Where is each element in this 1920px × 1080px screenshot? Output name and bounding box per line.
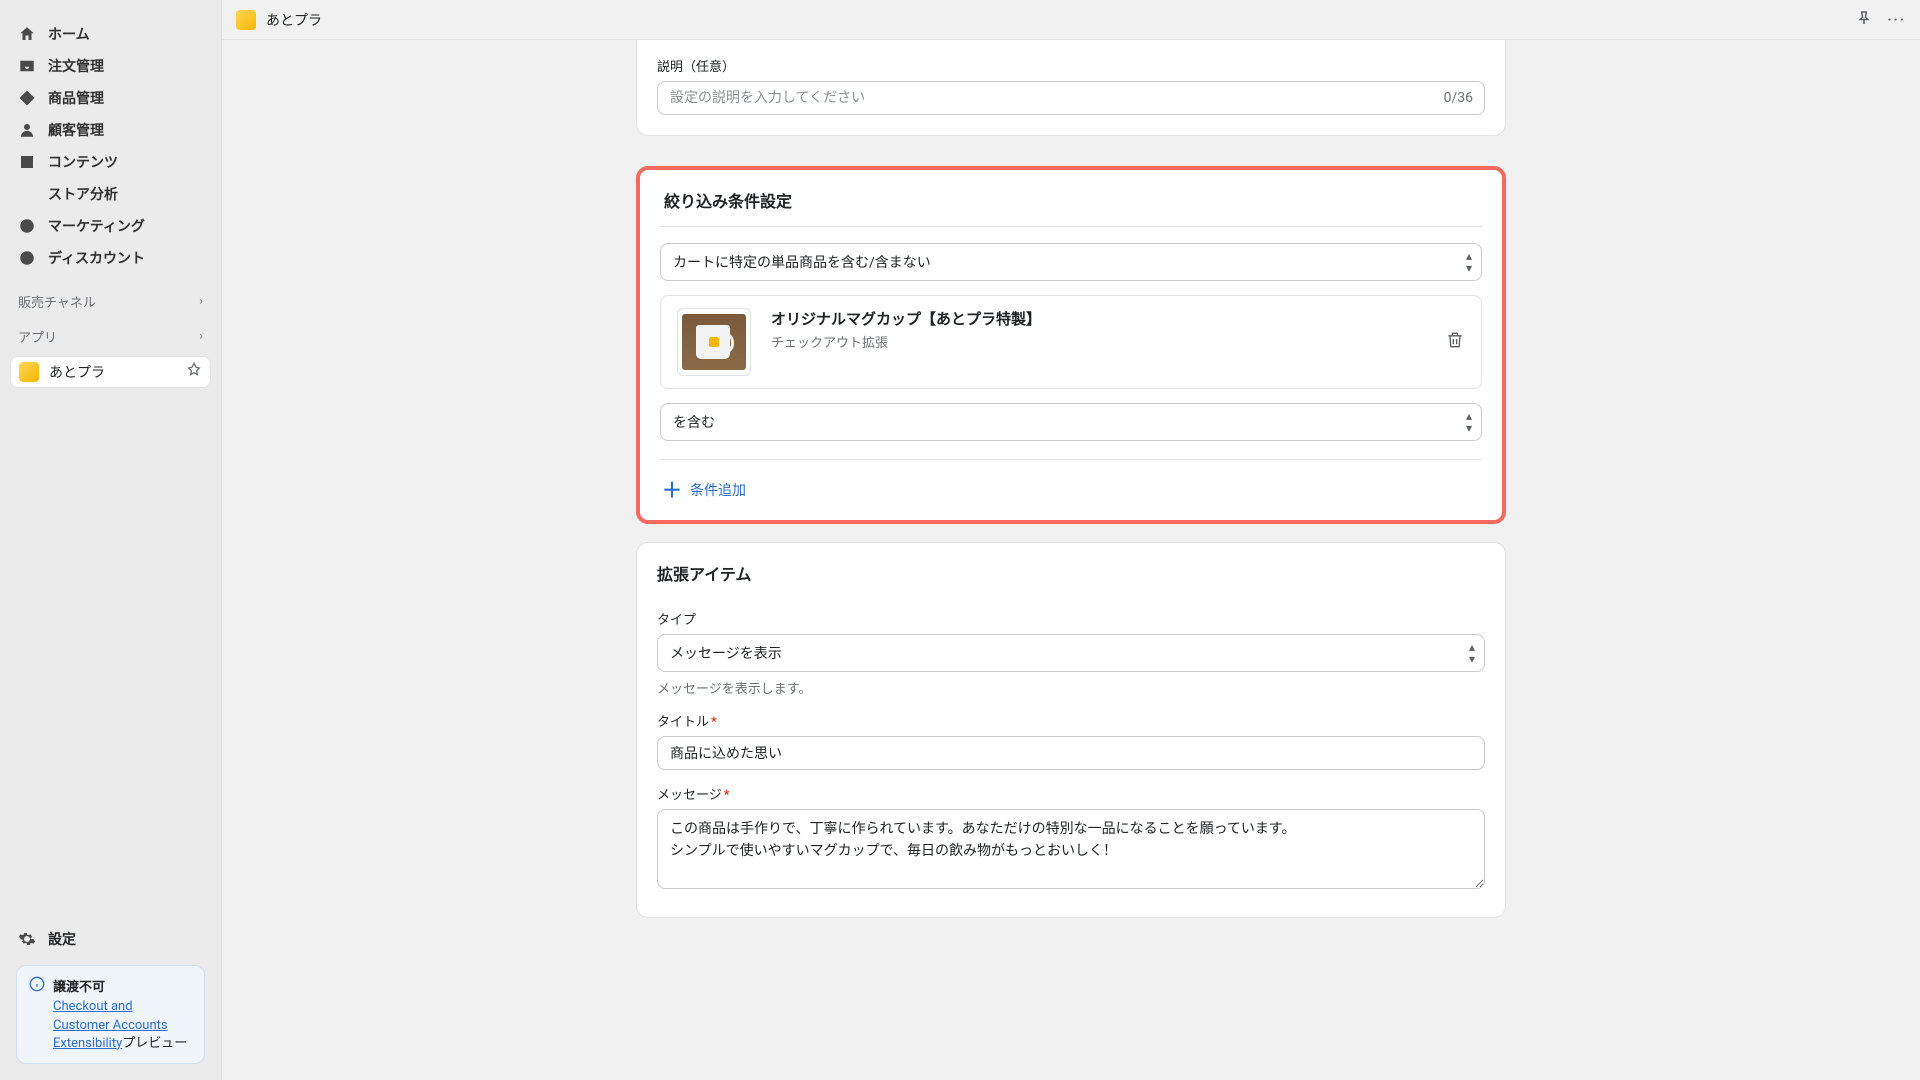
sidebar: ホーム 注文管理 商品管理 顧客管理 コンテンツ ストア分析	[0, 0, 222, 1080]
sidebar-item-orders[interactable]: 注文管理	[8, 50, 213, 82]
description-input[interactable]	[657, 81, 1485, 115]
select-value: カートに特定の単品商品を含む/含まない	[673, 255, 931, 271]
include-select[interactable]: を含む	[660, 403, 1482, 441]
chevron-right-icon: ›	[199, 294, 203, 309]
select-value: メッセージを表示	[670, 646, 782, 662]
filter-conditions-card: 絞り込み条件設定 カートに特定の単品商品を含む/含まない ▴▾	[636, 166, 1506, 524]
gear-icon	[18, 930, 36, 948]
delete-product-button[interactable]	[1445, 330, 1465, 354]
plus-icon: ＋	[662, 480, 682, 500]
extension-item-card: 拡張アイテム タイプ メッセージを表示 ▴▾ メッセージを表示します。	[636, 542, 1506, 918]
sidebar-item-label: コンテンツ	[48, 152, 118, 172]
sidebar-item-label: 顧客管理	[48, 120, 104, 140]
home-icon	[18, 25, 36, 43]
title-input[interactable]	[657, 736, 1485, 770]
condition-type-select[interactable]: カートに特定の単品商品を含む/含まない	[660, 243, 1482, 281]
sidebar-item-marketing[interactable]: マーケティング	[8, 210, 213, 242]
selected-product-row: オリジナルマグカップ【あとプラ特製】 チェックアウト拡張	[660, 295, 1482, 389]
nav: ホーム 注文管理 商品管理 顧客管理 コンテンツ ストア分析	[0, 10, 221, 282]
person-icon	[18, 121, 36, 139]
info-icon	[29, 976, 45, 996]
more-icon[interactable]: ···	[1887, 12, 1906, 28]
product-name: オリジナルマグカップ【あとプラ特製】	[771, 308, 1041, 329]
required-indicator: *	[724, 788, 730, 803]
sidebar-item-label: ホーム	[48, 24, 90, 44]
content-scroll[interactable]: 説明（任意） 0/36 絞り込み条件設定 カートに特定の単品商品を含む/含まない	[222, 40, 1920, 1080]
chevron-right-icon: ›	[199, 329, 203, 344]
divider	[660, 459, 1482, 460]
sidebar-item-label: 商品管理	[48, 88, 104, 108]
add-condition-label: 条件追加	[690, 480, 746, 500]
sidebar-item-customers[interactable]: 顧客管理	[8, 114, 213, 146]
divider	[660, 226, 1482, 227]
nav-section-label: アプリ	[18, 327, 57, 346]
info-banner: 譲渡不可 Checkout and Customer Accounts Exte…	[16, 965, 205, 1064]
topbar: あとプラ ···	[222, 0, 1920, 40]
pin-icon[interactable]	[186, 362, 202, 382]
title-label: タイトル*	[657, 711, 1485, 730]
type-label: タイプ	[657, 609, 1485, 628]
main: あとプラ ··· 説明（任意） 0/36	[222, 0, 1920, 1080]
pinned-app-item[interactable]: あとプラ	[10, 356, 211, 388]
sidebar-item-label: ストア分析	[48, 184, 118, 204]
image-icon	[18, 153, 36, 171]
sidebar-item-label: ディスカウント	[48, 248, 145, 268]
nav-section-label: 販売チャネル	[18, 292, 96, 311]
target-icon	[18, 217, 36, 235]
add-condition-button[interactable]: ＋ 条件追加	[660, 476, 1482, 502]
tag-icon	[18, 89, 36, 107]
info-title: 譲渡不可	[53, 976, 105, 995]
message-textarea[interactable]	[657, 809, 1485, 889]
nav-section-apps[interactable]: アプリ ›	[0, 317, 221, 352]
message-label: メッセージ*	[657, 784, 1485, 803]
discount-icon	[18, 249, 36, 267]
section-title: 拡張アイテム	[657, 561, 1485, 595]
description-label: 説明（任意）	[657, 56, 1485, 75]
app-logo-icon	[19, 362, 39, 382]
char-counter: 0/36	[1444, 90, 1473, 106]
sidebar-item-label: 設定	[48, 929, 76, 949]
app-logo-icon	[236, 10, 256, 30]
section-title: 絞り込み条件設定	[660, 184, 1482, 226]
sidebar-item-discounts[interactable]: ディスカウント	[8, 242, 213, 274]
select-value: を含む	[673, 415, 715, 431]
type-select[interactable]: メッセージを表示	[657, 634, 1485, 672]
pin-icon[interactable]	[1855, 9, 1873, 31]
sidebar-item-home[interactable]: ホーム	[8, 18, 213, 50]
sidebar-item-content[interactable]: コンテンツ	[8, 146, 213, 178]
sidebar-item-products[interactable]: 商品管理	[8, 82, 213, 114]
required-indicator: *	[711, 715, 717, 730]
description-card: 説明（任意） 0/36	[636, 40, 1506, 136]
product-subtitle: チェックアウト拡張	[771, 332, 1041, 351]
sidebar-item-label: マーケティング	[48, 216, 145, 236]
pinned-app-label: あとプラ	[49, 362, 105, 382]
bar-chart-icon	[18, 185, 36, 203]
type-help-text: メッセージを表示します。	[657, 678, 1485, 697]
inbox-icon	[18, 57, 36, 75]
info-suffix: プレビュー	[122, 1036, 187, 1051]
nav-section-sales-channels[interactable]: 販売チャネル ›	[0, 282, 221, 317]
product-thumbnail	[677, 308, 751, 376]
sidebar-item-analytics[interactable]: ストア分析	[8, 178, 213, 210]
sidebar-item-label: 注文管理	[48, 56, 104, 76]
sidebar-item-settings[interactable]: 設定	[8, 921, 213, 957]
page-title: あとプラ	[266, 10, 322, 30]
